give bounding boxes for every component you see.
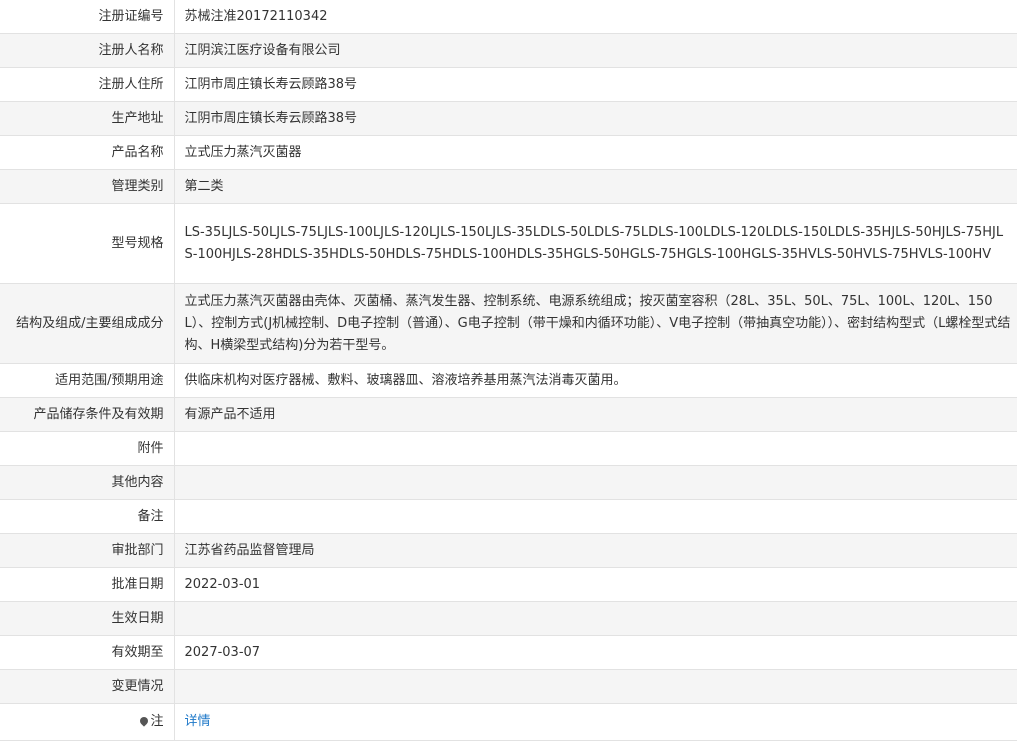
details-link[interactable]: 详情 [185, 714, 211, 729]
field-value: 江阴市周庄镇长寿云顾路38号 [174, 67, 1017, 102]
row-model-spec: 型号规格 LS-35LJLS-50LJLS-75LJLS-100LJLS-120… [0, 203, 1017, 284]
note-value-cell: 详情 [174, 703, 1017, 741]
field-label: 有效期至 [0, 635, 175, 670]
field-value [174, 499, 1017, 534]
registration-detail-table: 注册证编号 苏械注准20172110342 注册人名称 江阴滨江医疗设备有限公司… [0, 0, 1017, 741]
field-label: 结构及组成/主要组成成分 [0, 283, 175, 364]
field-label: 备注 [0, 499, 175, 534]
field-label: 生效日期 [0, 601, 175, 636]
field-value: 江阴市周庄镇长寿云顾路38号 [174, 101, 1017, 136]
row-approval-department: 审批部门 江苏省药品监督管理局 [0, 533, 1017, 568]
field-label: 注册证编号 [0, 0, 175, 34]
field-value: 第二类 [174, 169, 1017, 204]
field-label: 产品名称 [0, 135, 175, 170]
field-value: 2022-03-01 [174, 567, 1017, 602]
row-change-status: 变更情况 [0, 669, 1017, 704]
row-production-address: 生产地址 江阴市周庄镇长寿云顾路38号 [0, 101, 1017, 136]
row-valid-until: 有效期至 2027-03-07 [0, 635, 1017, 670]
field-value [174, 431, 1017, 466]
field-value [174, 601, 1017, 636]
field-label: 注册人名称 [0, 33, 175, 68]
field-value [174, 669, 1017, 704]
field-label: 批准日期 [0, 567, 175, 602]
field-label: 适用范围/预期用途 [0, 363, 175, 398]
field-value: 立式压力蒸汽灭菌器由壳体、灭菌桶、蒸汽发生器、控制系统、电源系统组成；按灭菌室容… [174, 283, 1017, 364]
field-label: 生产地址 [0, 101, 175, 136]
field-label: 管理类别 [0, 169, 175, 204]
row-note: 注 详情 [0, 703, 1017, 741]
field-value: 立式压力蒸汽灭菌器 [174, 135, 1017, 170]
field-value: LS-35LJLS-50LJLS-75LJLS-100LJLS-120LJLS-… [174, 203, 1017, 284]
field-value: 江阴滨江医疗设备有限公司 [174, 33, 1017, 68]
note-label-cell: 注 [0, 703, 175, 741]
field-label: 附件 [0, 431, 175, 466]
row-registrant-name: 注册人名称 江阴滨江医疗设备有限公司 [0, 33, 1017, 68]
row-registrant-address: 注册人住所 江阴市周庄镇长寿云顾路38号 [0, 67, 1017, 102]
field-label: 其他内容 [0, 465, 175, 500]
field-label: 审批部门 [0, 533, 175, 568]
field-label: 型号规格 [0, 203, 175, 284]
row-effective-date: 生效日期 [0, 601, 1017, 636]
field-label: 变更情况 [0, 669, 175, 704]
field-value [174, 465, 1017, 500]
field-value: 供临床机构对医疗器械、敷料、玻璃器皿、溶液培养基用蒸汽法消毒灭菌用。 [174, 363, 1017, 398]
row-approval-date: 批准日期 2022-03-01 [0, 567, 1017, 602]
field-value: 2027-03-07 [174, 635, 1017, 670]
row-management-category: 管理类别 第二类 [0, 169, 1017, 204]
row-storage-conditions: 产品储存条件及有效期 有源产品不适用 [0, 397, 1017, 432]
location-pin-icon [138, 715, 151, 727]
field-label: 注册人住所 [0, 67, 175, 102]
note-label: 注 [150, 714, 164, 729]
field-label: 产品储存条件及有效期 [0, 397, 175, 432]
field-value: 有源产品不适用 [174, 397, 1017, 432]
row-structure-composition: 结构及组成/主要组成成分 立式压力蒸汽灭菌器由壳体、灭菌桶、蒸汽发生器、控制系统… [0, 283, 1017, 364]
row-intended-use: 适用范围/预期用途 供临床机构对医疗器械、敷料、玻璃器皿、溶液培养基用蒸汽法消毒… [0, 363, 1017, 398]
row-attachments: 附件 [0, 431, 1017, 466]
row-remarks: 备注 [0, 499, 1017, 534]
field-value: 苏械注准20172110342 [174, 0, 1017, 34]
field-value: 江苏省药品监督管理局 [174, 533, 1017, 568]
row-product-name: 产品名称 立式压力蒸汽灭菌器 [0, 135, 1017, 170]
row-other-content: 其他内容 [0, 465, 1017, 500]
row-registration-number: 注册证编号 苏械注准20172110342 [0, 0, 1017, 34]
